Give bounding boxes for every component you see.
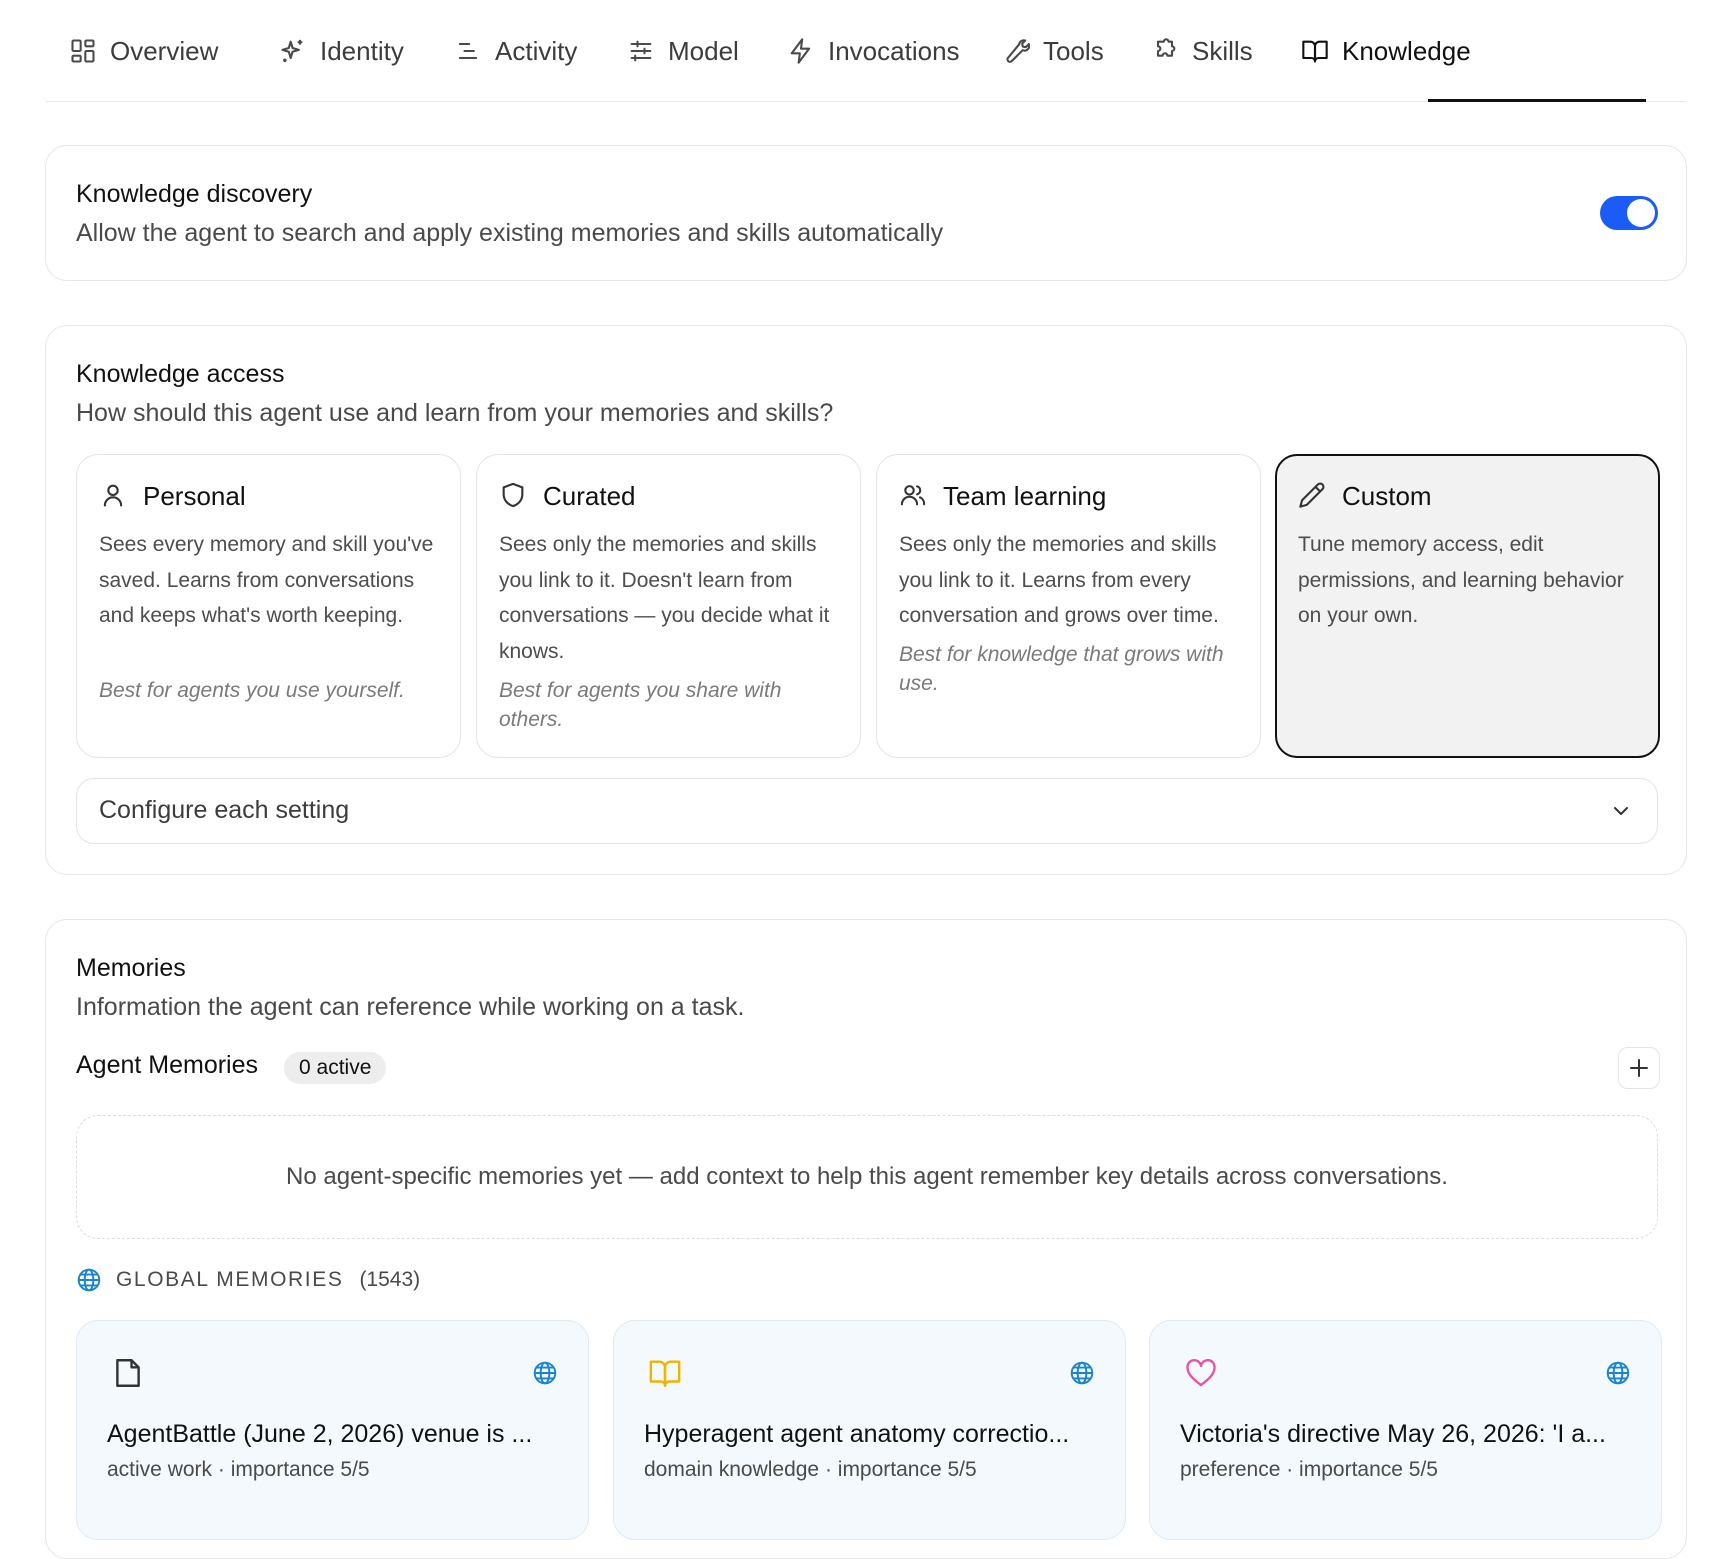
option-title: Team learning bbox=[943, 481, 1107, 511]
users-icon bbox=[899, 481, 927, 509]
puzzle-icon bbox=[1151, 37, 1179, 65]
configure-label: Configure each setting bbox=[99, 796, 350, 824]
globe-icon bbox=[1605, 1360, 1631, 1386]
tab-skills[interactable]: Skills bbox=[1151, 0, 1253, 102]
lightning-icon bbox=[787, 37, 815, 65]
text-lines-icon bbox=[454, 37, 482, 65]
option-best-for: Best for knowledge that grows with use. bbox=[899, 643, 1224, 695]
global-memories-header: GLOBAL MEMORIES (1543) bbox=[76, 1267, 420, 1293]
option-best-for: Best for agents you share with others. bbox=[499, 679, 782, 731]
access-option-team-learning[interactable]: Team learning Sees only the memories and… bbox=[876, 454, 1261, 758]
tab-overview[interactable]: Overview bbox=[69, 0, 218, 102]
discovery-title: Knowledge discovery bbox=[76, 180, 313, 208]
tab-label: Overview bbox=[110, 35, 219, 66]
memory-meta: domain knowledge · importance 5/5 bbox=[644, 1458, 977, 1481]
option-description: Sees only the memories and skills you li… bbox=[899, 533, 1219, 627]
tab-label: Invocations bbox=[828, 35, 960, 66]
tab-label: Skills bbox=[1192, 35, 1253, 66]
memory-card[interactable]: AgentBattle (June 2, 2026) venue is ... … bbox=[76, 1320, 589, 1540]
user-icon bbox=[99, 481, 127, 509]
global-memories-count: (1543) bbox=[359, 1268, 421, 1291]
shield-icon bbox=[499, 481, 527, 509]
global-memories-label: GLOBAL MEMORIES bbox=[116, 1268, 344, 1291]
knowledge-access-card: Knowledge access How should this agent u… bbox=[45, 325, 1687, 875]
toggle-knob bbox=[1627, 199, 1655, 227]
globe-icon bbox=[532, 1360, 558, 1386]
empty-memories-message: No agent-specific memories yet — add con… bbox=[76, 1115, 1658, 1239]
pencil-icon bbox=[1298, 481, 1326, 509]
memory-meta: active work · importance 5/5 bbox=[107, 1458, 370, 1481]
document-icon bbox=[111, 1356, 145, 1390]
knowledge-discovery-card: Knowledge discovery Allow the agent to s… bbox=[45, 145, 1687, 281]
option-title: Custom bbox=[1342, 481, 1432, 511]
tab-invocations[interactable]: Invocations bbox=[787, 0, 960, 102]
tab-model[interactable]: Model bbox=[627, 0, 739, 102]
add-memory-button[interactable] bbox=[1618, 1047, 1660, 1089]
option-description: Sees every memory and skill you've saved… bbox=[99, 533, 434, 627]
tab-activity[interactable]: Activity bbox=[454, 0, 577, 102]
configure-settings-dropdown[interactable]: Configure each setting bbox=[76, 778, 1658, 844]
memory-title: Victoria's directive May 26, 2026: 'I a.… bbox=[1180, 1420, 1606, 1448]
memory-meta: preference · importance 5/5 bbox=[1180, 1458, 1438, 1481]
heart-icon bbox=[1184, 1356, 1218, 1390]
plus-icon bbox=[1627, 1056, 1651, 1080]
tab-identity[interactable]: Identity bbox=[279, 0, 404, 102]
book-icon bbox=[1301, 37, 1329, 65]
discovery-toggle[interactable] bbox=[1600, 196, 1658, 230]
tab-bar: Overview Identity Activity Model Invocat… bbox=[45, 0, 1685, 102]
memories-subtitle: Information the agent can reference whil… bbox=[76, 993, 745, 1021]
access-subtitle: How should this agent use and learn from… bbox=[76, 399, 834, 427]
memory-title: AgentBattle (June 2, 2026) venue is ... bbox=[107, 1420, 533, 1448]
memory-card[interactable]: Victoria's directive May 26, 2026: 'I a.… bbox=[1149, 1320, 1662, 1540]
option-description: Tune memory access, edit permissions, an… bbox=[1298, 533, 1624, 627]
tab-label: Model bbox=[668, 35, 739, 66]
access-option-curated[interactable]: Curated Sees only the memories and skill… bbox=[476, 454, 861, 758]
wrench-icon bbox=[1002, 37, 1030, 65]
memory-title: Hyperagent agent anatomy correctio... bbox=[644, 1420, 1070, 1448]
option-title: Personal bbox=[143, 481, 246, 511]
tab-label: Identity bbox=[320, 35, 404, 66]
grid-icon bbox=[69, 37, 97, 65]
sparkles-icon bbox=[279, 37, 307, 65]
active-tab-indicator bbox=[1428, 99, 1646, 102]
option-title: Curated bbox=[543, 481, 636, 511]
tab-label: Knowledge bbox=[1342, 35, 1471, 66]
option-description: Sees only the memories and skills you li… bbox=[499, 533, 830, 663]
sliders-icon bbox=[627, 37, 655, 65]
memories-card: Memories Information the agent can refer… bbox=[45, 919, 1687, 1559]
access-option-personal[interactable]: Personal Sees every memory and skill you… bbox=[76, 454, 461, 758]
tab-knowledge[interactable]: Knowledge bbox=[1301, 0, 1471, 102]
option-best-for: Best for agents you use yourself. bbox=[99, 679, 405, 702]
globe-icon bbox=[76, 1267, 102, 1293]
globe-icon bbox=[1069, 1360, 1095, 1386]
discovery-subtitle: Allow the agent to search and apply exis… bbox=[76, 219, 944, 247]
access-title: Knowledge access bbox=[76, 360, 285, 388]
access-option-custom[interactable]: Custom Tune memory access, edit permissi… bbox=[1275, 454, 1660, 758]
memories-title: Memories bbox=[76, 954, 186, 982]
tab-label: Tools bbox=[1043, 35, 1104, 66]
agent-memories-heading: Agent Memories bbox=[76, 1051, 259, 1079]
book-icon bbox=[648, 1356, 682, 1390]
tab-label: Activity bbox=[495, 35, 578, 66]
active-count-badge: 0 active bbox=[284, 1052, 387, 1084]
tab-tools[interactable]: Tools bbox=[1002, 0, 1104, 102]
chevron-down-icon bbox=[1609, 799, 1633, 823]
memory-card[interactable]: Hyperagent agent anatomy correctio... do… bbox=[613, 1320, 1126, 1540]
